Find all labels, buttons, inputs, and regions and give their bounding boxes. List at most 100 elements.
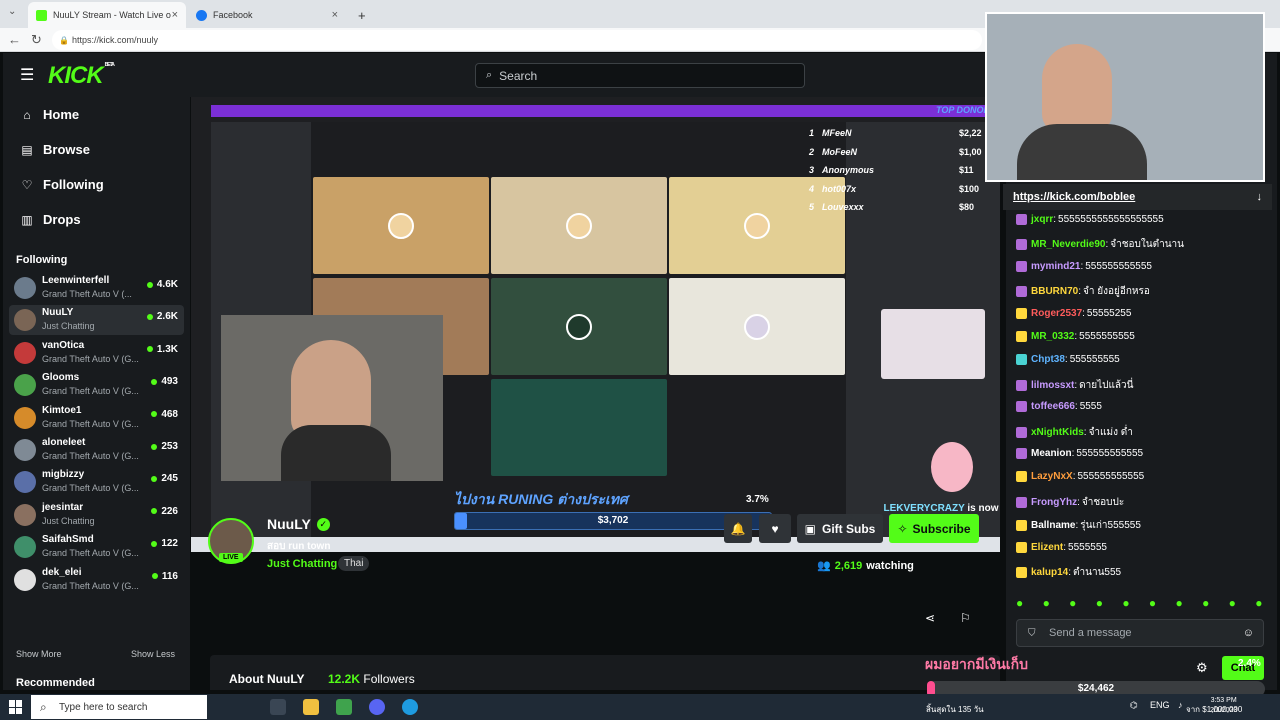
new-tab-button[interactable]: + — [350, 2, 374, 28]
participant-avatar — [744, 313, 770, 340]
sidebar-channel-row[interactable]: vanOtica Grand Theft Auto V (G... 1.3K — [9, 338, 184, 368]
chat-username[interactable]: Meanion — [1031, 448, 1072, 459]
sidebar-channel-row[interactable]: jeesintar Just Chatting 226 — [9, 500, 184, 530]
donor-rank: 2 — [809, 146, 815, 157]
chat-username[interactable]: mymind21 — [1031, 261, 1080, 272]
nav-browse[interactable]: ▤ Browse — [19, 142, 90, 157]
video-player[interactable]: TOP DONOR 1 MFeeN $2,22 2 MoFeeN $1,00 3 Anonym… — [191, 97, 1000, 552]
pinned-link[interactable]: https://kick.com/boblee — [1013, 191, 1135, 203]
channel-category: Grand Theft Auto V (G... — [42, 418, 139, 429]
chat-separator: : — [1071, 448, 1075, 459]
chat-username[interactable]: lilmossxt — [1031, 380, 1074, 391]
sidebar-channel-row[interactable]: aloneleet Grand Theft Auto V (G... 253 — [9, 435, 184, 465]
kick-logo[interactable]: KICK BETA — [48, 62, 115, 90]
gift-subs-button[interactable]: ▣ Gift Subs — [797, 514, 883, 543]
search-input[interactable]: ⌕ Search — [475, 63, 805, 88]
sidebar-channel-row[interactable]: dek_elei Grand Theft Auto V (G... 116 — [9, 565, 184, 595]
chat-username[interactable]: xNightKids — [1031, 427, 1084, 438]
notification-button[interactable]: 🔔 — [724, 514, 752, 543]
chat-message: MR_0332: 5555555555 — [1016, 331, 1135, 342]
donor-name-text: MoFeeN — [822, 146, 858, 157]
sidebar-channel-row[interactable]: Kimtoe1 Grand Theft Auto V (G... 468 — [9, 403, 184, 433]
user-badge-icon — [1016, 541, 1027, 553]
nav-home[interactable]: ⌂ Home — [19, 107, 79, 122]
task-view-icon[interactable] — [270, 699, 286, 715]
chat-username[interactable]: Ballname — [1031, 520, 1075, 531]
chat-username[interactable]: Elizent — [1031, 542, 1063, 553]
tab-kick[interactable]: NuuLY Stream - Watch Live o × — [28, 2, 186, 28]
home-icon: ⌂ — [23, 107, 31, 122]
sidebar-channel-row[interactable]: NuuLY Just Chatting 2.6K — [9, 305, 184, 336]
donor-rank: 3 — [809, 165, 815, 175]
network-icon[interactable]: ⌬ — [1130, 700, 1138, 711]
user-badge-icon — [1016, 471, 1027, 483]
chat-username[interactable]: Chpt38 — [1031, 354, 1065, 365]
about-title: About NuuLY — [229, 672, 305, 686]
channel-category: Grand Theft Auto V (... — [42, 289, 132, 299]
chat-username[interactable]: LazyNxX — [1031, 471, 1073, 482]
chat-message: jxqrr: 5555555555555555555 — [1016, 214, 1164, 225]
chat-username[interactable]: kalup14 — [1031, 567, 1068, 578]
sidebar-channel-row[interactable]: SaifahSmd Grand Theft Auto V (G... 122 — [9, 532, 184, 562]
chat-username[interactable]: FrongYhz — [1031, 497, 1077, 508]
gear-icon[interactable]: ⚙ — [1196, 660, 1208, 676]
donor-name: 3 Anonymous — [809, 165, 874, 175]
store-icon[interactable] — [336, 699, 352, 715]
chat-username[interactable]: jxqrr — [1031, 214, 1053, 225]
voice-tile — [669, 278, 845, 375]
donor-amount: $1,00 — [959, 146, 982, 157]
gift-icon: ▣ — [804, 521, 816, 536]
emoji-icon[interactable]: ☺ — [1243, 627, 1254, 639]
arrow-down-icon[interactable]: ↓ — [1257, 191, 1263, 203]
share-icon[interactable]: ⋖ — [925, 611, 935, 625]
close-tab-icon[interactable]: × — [332, 9, 338, 21]
language-tag[interactable]: Thai — [338, 556, 370, 571]
channel-name[interactable]: NuuLY ✓ — [267, 516, 330, 532]
close-tab-icon[interactable]: × — [172, 9, 178, 21]
watching-count: 2,619 — [834, 559, 863, 572]
channel-category: Grand Theft Auto V (G... — [42, 548, 139, 559]
streamer-face — [1042, 44, 1112, 134]
chat-username[interactable]: MR_0332 — [1031, 331, 1074, 342]
chat-username[interactable]: toffee666 — [1031, 401, 1075, 412]
follow-button[interactable]: ♥ — [759, 514, 791, 543]
avatar — [14, 471, 36, 494]
file-explorer-icon[interactable] — [303, 699, 319, 715]
chat-username[interactable]: MR_Neverdie90 — [1031, 239, 1105, 250]
taskbar-search-input[interactable]: ⌕ Type here to search — [31, 695, 207, 719]
overlay-goal-target: จาก $1,000,000 — [1186, 705, 1243, 714]
back-icon[interactable]: ← — [8, 32, 21, 47]
report-icon[interactable]: ⚐ — [960, 611, 971, 625]
nav-label: Drops — [43, 212, 81, 227]
chat-separator: : — [1068, 567, 1072, 578]
nav-following[interactable]: ♡ Following — [19, 177, 104, 192]
windows-start-icon[interactable] — [9, 700, 23, 714]
viewer-count-text: 4.6K — [156, 279, 178, 290]
sidebar-channel-row[interactable]: Leenwinterfell Grand Theft Auto V (... 4.6… — [9, 273, 184, 303]
volume-icon[interactable]: ♪ — [1178, 700, 1183, 710]
show-more-button[interactable]: Show More — [16, 649, 62, 659]
nav-drops[interactable]: ▥ Drops — [19, 212, 81, 227]
url-field[interactable]: 🔒 https://kick.com/nuuly — [52, 30, 982, 50]
tab-list-icon[interactable]: ⌄ — [8, 6, 16, 17]
show-less-button[interactable]: Show Less — [131, 649, 175, 659]
emote-bar[interactable]: ● ● ● ● ● ● ● ● ● ● — [1016, 596, 1271, 610]
discord-icon[interactable] — [369, 699, 385, 715]
star-icon: ✧ — [897, 521, 908, 536]
subscribe-button[interactable]: ✧ Subscribe — [889, 514, 979, 543]
sidebar-channel-row[interactable]: migbizzy Grand Theft Auto V (G... 245 — [9, 467, 184, 497]
chat-username[interactable]: Roger2537 — [1031, 308, 1082, 319]
pinned-message[interactable]: https://kick.com/boblee ↓ — [1003, 184, 1272, 210]
channel-category: Just Chatting — [42, 515, 95, 526]
sidebar-channel-row[interactable]: Glooms Grand Theft Auto V (G... 493 — [9, 370, 184, 400]
edge-icon[interactable] — [402, 699, 418, 715]
following-heading: Following — [16, 254, 68, 266]
language-indicator[interactable]: ENG — [1150, 700, 1170, 710]
chat-username[interactable]: BBURN70 — [1031, 286, 1078, 297]
menu-icon[interactable]: ☰ — [20, 65, 34, 85]
reload-icon[interactable]: ↻ — [31, 32, 42, 48]
chat-input[interactable]: ⛉ Send a message ☺ — [1016, 619, 1264, 647]
stream-category[interactable]: Just Chatting — [267, 558, 337, 570]
channel-category: Grand Theft Auto V (G... — [42, 386, 139, 397]
tab-facebook[interactable]: Facebook × — [188, 2, 346, 28]
